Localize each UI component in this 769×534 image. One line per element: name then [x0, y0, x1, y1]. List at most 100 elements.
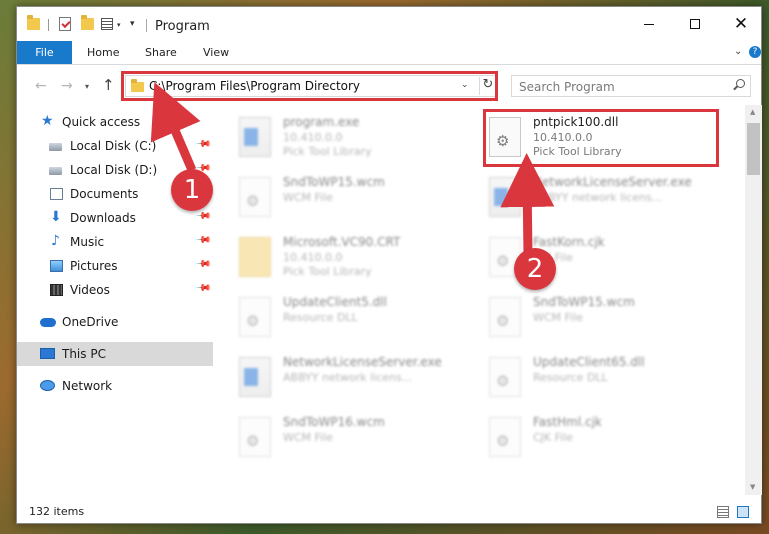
- help-icon[interactable]: ?: [749, 46, 761, 58]
- computer-icon: [40, 348, 55, 359]
- file-description: Pick Tool Library: [283, 145, 372, 158]
- sidebar-item-this-pc[interactable]: This PC: [17, 342, 213, 366]
- scroll-up-icon[interactable]: ▲: [750, 108, 755, 116]
- sidebar-item-label: Quick access: [62, 115, 141, 129]
- up-button[interactable]: ↑: [102, 76, 115, 94]
- tab-share[interactable]: Share: [145, 41, 177, 64]
- chevron-down-icon[interactable]: ▾: [117, 21, 121, 29]
- sidebar-item-pictures[interactable]: Pictures 📌: [17, 254, 213, 278]
- file-type: ABBYY network licens...: [283, 371, 413, 384]
- pin-icon[interactable]: 📌: [195, 208, 212, 225]
- tiles-view-button[interactable]: [737, 506, 749, 518]
- maximize-icon: [690, 19, 700, 29]
- sidebar-item-videos[interactable]: Videos 📌: [17, 278, 213, 302]
- file-tile[interactable]: UpdateClient5.dll Resource DLL: [233, 289, 473, 349]
- customize-toolbar-icon[interactable]: ▾: [130, 19, 135, 29]
- new-folder-icon[interactable]: [81, 15, 94, 30]
- network-icon: [40, 380, 55, 391]
- sidebar-item-network[interactable]: Network: [17, 374, 213, 398]
- file-tile[interactable]: UpdateClient65.dll Resource DLL: [483, 349, 723, 409]
- back-button[interactable]: ←: [35, 78, 47, 94]
- drive-icon: [49, 143, 62, 151]
- sidebar-item-quick-access[interactable]: ★ Quick access: [17, 110, 213, 134]
- minimize-icon: [644, 23, 654, 25]
- file-type: WCM File: [533, 311, 583, 324]
- file-version: 10.410.0.0: [283, 131, 343, 144]
- sidebar-item-onedrive[interactable]: OneDrive: [17, 310, 213, 334]
- file-name: FastHml.cjk: [533, 415, 602, 429]
- file-tile[interactable]: FastHml.cjk CJK File: [483, 409, 723, 469]
- maximize-button[interactable]: [672, 7, 718, 41]
- view-options-icon[interactable]: [101, 18, 113, 30]
- file-name: SndToWP15.wcm: [533, 295, 635, 309]
- exe-file-icon: [239, 357, 271, 397]
- file-type: ABBYY network licens...: [533, 191, 663, 204]
- folder-icon: [27, 15, 40, 30]
- sidebar-item-label: This PC: [62, 347, 106, 361]
- scroll-thumb[interactable]: [747, 123, 760, 175]
- file-name: NetworkLicenseServer.exe: [283, 355, 442, 369]
- drive-icon: [49, 167, 62, 175]
- file-name: Microsoft.VC90.CRT: [283, 235, 401, 249]
- divider: [48, 19, 49, 31]
- sidebar-item-local-disk-c[interactable]: Local Disk (C:) 📌: [17, 134, 213, 158]
- file-version: 10.410.0.0: [283, 251, 343, 264]
- file-type: Resource DLL: [533, 371, 608, 384]
- file-type: CJK File: [533, 431, 574, 444]
- pin-icon[interactable]: 📌: [195, 280, 212, 297]
- pin-icon[interactable]: 📌: [195, 232, 212, 249]
- divider: [146, 19, 147, 32]
- file-tile[interactable]: program.exe 10.410.0.0 Pick Tool Library: [233, 109, 473, 169]
- file-name: NetworkLicenseServer.exe: [533, 175, 692, 189]
- search-input[interactable]: Search Program: [519, 80, 615, 94]
- forward-button[interactable]: →: [61, 78, 73, 94]
- download-icon: ⬇: [50, 209, 62, 225]
- file-name: UpdateClient5.dll: [283, 295, 387, 309]
- expand-ribbon-icon[interactable]: ⌄: [734, 46, 742, 57]
- tab-home[interactable]: Home: [87, 41, 119, 64]
- details-view-button[interactable]: [717, 506, 729, 518]
- sidebar-item-label: Local Disk (D:): [70, 163, 158, 177]
- scroll-down-icon[interactable]: ▼: [750, 483, 755, 491]
- file-icon: [239, 177, 271, 217]
- close-button[interactable]: ✕: [718, 7, 764, 41]
- sidebar-item-label: OneDrive: [62, 315, 119, 329]
- file-tile[interactable]: NetworkLicenseServer.exe ABBYY network l…: [233, 349, 473, 409]
- pin-icon[interactable]: 📌: [195, 256, 212, 273]
- sidebar-item-label: Pictures: [70, 259, 118, 273]
- explorer-window: ▾ ▾ Program ✕ File Home Share View ⌄ ? ←…: [16, 6, 762, 524]
- pin-icon[interactable]: 📌: [195, 136, 212, 153]
- sidebar-item-music[interactable]: ♪ Music 📌: [17, 230, 213, 254]
- file-type: Resource DLL: [283, 311, 358, 324]
- sidebar-item-label: Documents: [70, 187, 139, 201]
- file-type: WCM File: [283, 191, 333, 204]
- navigation-pane: ★ Quick access Local Disk (C:) 📌 Local D…: [17, 105, 213, 495]
- file-list: program.exe 10.410.0.0 Pick Tool Library…: [213, 105, 745, 495]
- address-highlight-box: [121, 71, 498, 101]
- search-icon[interactable]: [731, 78, 745, 92]
- videos-icon: [50, 284, 63, 296]
- file-icon: [489, 417, 521, 457]
- file-name: UpdateClient65.dll: [533, 355, 645, 369]
- navigation-bar: ← → ▾ ↑ C:\Program Files\Program Directo…: [17, 65, 761, 105]
- vertical-scrollbar[interactable]: ▲ ▼: [745, 105, 762, 495]
- recent-locations-button[interactable]: ▾: [85, 82, 89, 91]
- tab-view[interactable]: View: [203, 41, 229, 64]
- file-name: FastKorn.cjk: [533, 235, 605, 249]
- status-bar: 132 items: [17, 501, 761, 523]
- file-tile[interactable]: Microsoft.VC90.CRT 10.410.0.0 Pick Tool …: [233, 229, 473, 289]
- sidebar-item-label: Music: [70, 235, 105, 249]
- file-tile[interactable]: SndToWP15.wcm WCM File: [483, 289, 723, 349]
- file-name: SndToWP15.wcm: [283, 175, 385, 189]
- file-tile[interactable]: SndToWP16.wcm WCM File: [233, 409, 473, 469]
- folder-icon: [239, 237, 271, 277]
- properties-check-icon[interactable]: [59, 17, 71, 31]
- file-tile[interactable]: NetworkLicenseServer.exe ABBYY network l…: [483, 169, 723, 229]
- search-box[interactable]: Search Program: [511, 75, 751, 97]
- tab-file[interactable]: File: [17, 41, 72, 64]
- minimize-button[interactable]: [626, 7, 672, 41]
- file-tile[interactable]: SndToWP15.wcm WCM File: [233, 169, 473, 229]
- sidebar-item-label: Network: [62, 379, 113, 393]
- exe-file-icon: [239, 117, 271, 157]
- sidebar-item-label: Local Disk (C:): [70, 139, 157, 153]
